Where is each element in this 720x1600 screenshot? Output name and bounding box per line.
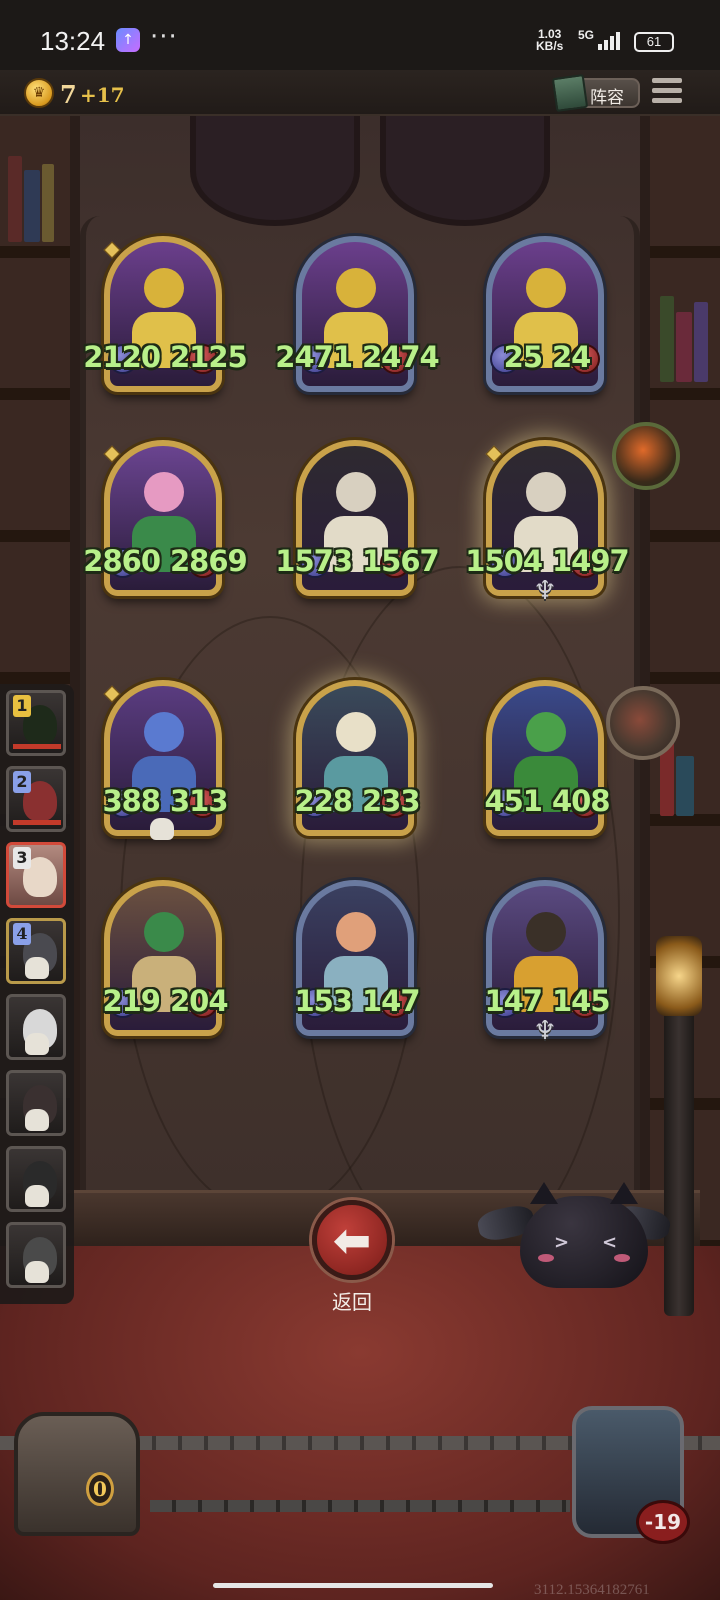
minion-art-head bbox=[144, 712, 184, 752]
minion-health: 233 bbox=[362, 784, 421, 818]
minion-health: 313 bbox=[170, 784, 229, 818]
minion-attack: 388 bbox=[102, 784, 161, 818]
home-indicator[interactable] bbox=[213, 1583, 493, 1588]
minion-art-head bbox=[144, 268, 184, 308]
minion-art-head bbox=[336, 912, 376, 952]
eliminated-skull-icon bbox=[25, 1185, 49, 1207]
lineup-book-icon bbox=[551, 73, 589, 113]
minion-art-head bbox=[526, 712, 566, 752]
minion-health: 24 bbox=[552, 340, 591, 374]
trident-effect-icon: ♆ bbox=[533, 1016, 557, 1046]
roster-rank: 1 bbox=[13, 695, 31, 717]
status-bar: 13:24 ↑ ··· 1.03 KB/s 5G 61 bbox=[0, 0, 720, 70]
gold-amount: 7 bbox=[60, 80, 77, 109]
minion-health: 2869 bbox=[170, 544, 248, 578]
network-type: 5G bbox=[578, 28, 595, 42]
eliminated-skull-icon bbox=[25, 1033, 49, 1055]
roster-rank: 4 bbox=[13, 923, 31, 945]
gold-income: +17 bbox=[80, 83, 125, 107]
battery-icon: 61 bbox=[634, 32, 674, 52]
back-label: 返回 bbox=[332, 1290, 372, 1314]
minion-attack: 228 bbox=[294, 784, 353, 818]
arrow-left-icon: ⬅ bbox=[332, 1213, 372, 1267]
notification-app-icon: ↑ bbox=[116, 28, 140, 52]
lineup-label: 阵容 bbox=[590, 88, 624, 108]
network-speed-unit: KB/s bbox=[536, 39, 564, 53]
wall-arch bbox=[190, 116, 360, 226]
battery-level: 61 bbox=[646, 34, 662, 49]
hamburger-menu-icon[interactable] bbox=[652, 78, 684, 108]
minion-art-head bbox=[526, 472, 566, 512]
wall-arch bbox=[380, 116, 550, 226]
roster-slot[interactable] bbox=[6, 994, 66, 1060]
treasure-chest-icon[interactable] bbox=[14, 1412, 140, 1536]
more-notifications-icon: ··· bbox=[150, 22, 178, 52]
chest-count: 0 bbox=[86, 1472, 114, 1506]
minion-health: 408 bbox=[552, 784, 611, 818]
minion-art-head bbox=[526, 912, 566, 952]
roster-slot[interactable] bbox=[6, 1146, 66, 1212]
hero-health-badge: -19 bbox=[636, 1500, 690, 1544]
minion-health: 2474 bbox=[362, 340, 440, 374]
game-top-bar: ♛ 7 +17 阵容 bbox=[0, 70, 720, 116]
opponent-roster: 1 2 3 4 bbox=[0, 684, 74, 1304]
deathrattle-skull-icon bbox=[150, 818, 174, 840]
minion-attack: 153 bbox=[294, 984, 353, 1018]
roster-rank: 3 bbox=[13, 847, 31, 869]
roster-slot[interactable]: 1 bbox=[6, 690, 66, 756]
minion-art-head bbox=[526, 268, 566, 308]
minion-attack: 1573 bbox=[275, 544, 353, 578]
health-bar bbox=[13, 820, 61, 825]
black-slime-pet[interactable]: > < bbox=[520, 1182, 648, 1288]
watermark: 3112.15364182761 bbox=[534, 1582, 650, 1598]
crown-coin-icon: ♛ bbox=[24, 78, 54, 108]
eliminated-skull-icon bbox=[25, 957, 49, 979]
minion-attack: 2860 bbox=[83, 544, 161, 578]
eliminated-skull-icon bbox=[25, 1261, 49, 1283]
roster-rank: 2 bbox=[13, 771, 31, 793]
pocket-watch-trinket-icon[interactable] bbox=[606, 686, 680, 760]
minion-health: 1567 bbox=[362, 544, 440, 578]
status-time: 13:24 bbox=[40, 26, 106, 56]
lineup-button[interactable]: 阵容 bbox=[551, 73, 640, 113]
minion-health: 2125 bbox=[170, 340, 248, 374]
minion-health: 145 bbox=[552, 984, 611, 1018]
roster-slot[interactable] bbox=[6, 1070, 66, 1136]
roster-slot[interactable] bbox=[6, 1222, 66, 1288]
roster-slot[interactable]: 2 bbox=[6, 766, 66, 832]
minion-attack: 25 bbox=[503, 340, 543, 374]
trident-effect-icon: ♆ bbox=[533, 576, 557, 606]
minion-art-head bbox=[144, 912, 184, 952]
signal-bars-icon bbox=[598, 30, 624, 50]
bottom-rail bbox=[150, 1500, 570, 1512]
lamp-light-icon bbox=[656, 936, 702, 1016]
network-speed: 1.03 KB/s bbox=[536, 28, 563, 52]
minion-health: 147 bbox=[362, 984, 421, 1018]
roster-slot[interactable]: 3 bbox=[6, 842, 66, 908]
health-bar bbox=[13, 744, 61, 749]
roster-slot[interactable]: 4 bbox=[6, 918, 66, 984]
minion-art-head bbox=[336, 712, 376, 752]
minion-art-head bbox=[336, 268, 376, 308]
minion-attack: 451 bbox=[484, 784, 543, 818]
minion-attack: 2471 bbox=[275, 340, 353, 374]
minion-attack: 1504 bbox=[465, 544, 543, 578]
minion-health: 204 bbox=[170, 984, 229, 1018]
minion-art-head bbox=[336, 472, 376, 512]
minion-attack: 2120 bbox=[83, 340, 161, 374]
minion-attack: 147 bbox=[484, 984, 543, 1018]
minion-attack: 219 bbox=[102, 984, 161, 1018]
minion-art-head bbox=[144, 472, 184, 512]
eliminated-skull-icon bbox=[25, 1109, 49, 1131]
back-button[interactable]: ⬅ bbox=[312, 1200, 392, 1280]
minion-health: 1497 bbox=[552, 544, 630, 578]
fire-bird-trinket-icon[interactable] bbox=[612, 422, 680, 490]
